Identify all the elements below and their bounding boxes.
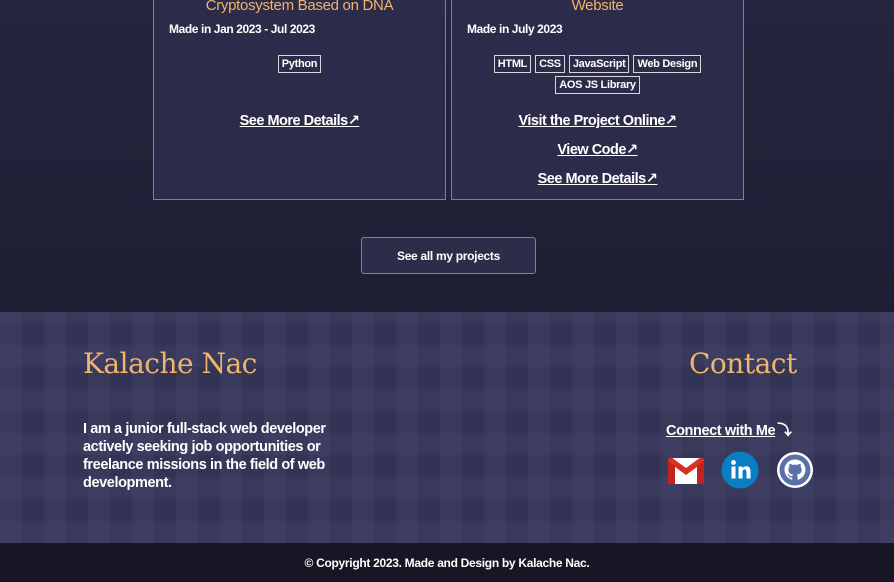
tag-css: CSS [535,55,565,73]
tag-list: HTML CSS JavaScript Web Design AOS JS Li… [482,55,713,94]
linkedin-icon[interactable] [721,451,759,489]
tag-web-design: Web Design [633,55,702,73]
project-date: Made in July 2023 [467,22,563,36]
tag-list: Python [154,55,445,73]
see-more-details-link[interactable]: See More Details↗ [154,113,445,129]
project-date: Made in Jan 2023 - Jul 2023 [169,22,315,36]
tag-aos-js-library: AOS JS Library [555,76,640,94]
gmail-icon[interactable] [667,451,705,489]
project-title: Website [571,0,624,14]
visit-project-online-link[interactable]: Visit the Project Online↗ [452,113,743,129]
project-card-website: Website Made in July 2023 HTML CSS JavaS… [451,0,744,200]
see-more-details-link[interactable]: See More Details↗ [452,171,743,187]
tag-python: Python [277,55,322,73]
projects-section: Cryptosystem Based on DNA Made in Jan 20… [0,0,894,312]
connect-with-me-link[interactable]: Connect with Me ⤵ [666,419,792,440]
project-card-dna: Cryptosystem Based on DNA Made in Jan 20… [153,0,446,200]
github-icon[interactable] [776,451,814,489]
tag-html: HTML [493,55,532,73]
brand-name: Kalache Nac [83,347,257,380]
connect-label: Connect with Me [666,423,776,439]
bio-text: I am a junior full-stack web developer a… [83,421,326,491]
copyright-bar: © Copyright 2023. Made and Design by Kal… [0,543,894,582]
copyright-text: © Copyright 2023. Made and Design by Kal… [304,555,590,570]
tag-javascript: JavaScript [568,55,630,73]
footer: Kalache Nac I am a junior full-stack web… [0,312,894,543]
see-all-projects-button[interactable]: See all my projects [361,237,536,274]
project-title: Cryptosystem Based on DNA [205,0,394,14]
contact-heading: Contact [689,347,797,380]
view-code-link[interactable]: View Code↗ [452,142,743,158]
curved-arrow-icon: ⤵ [777,423,792,439]
